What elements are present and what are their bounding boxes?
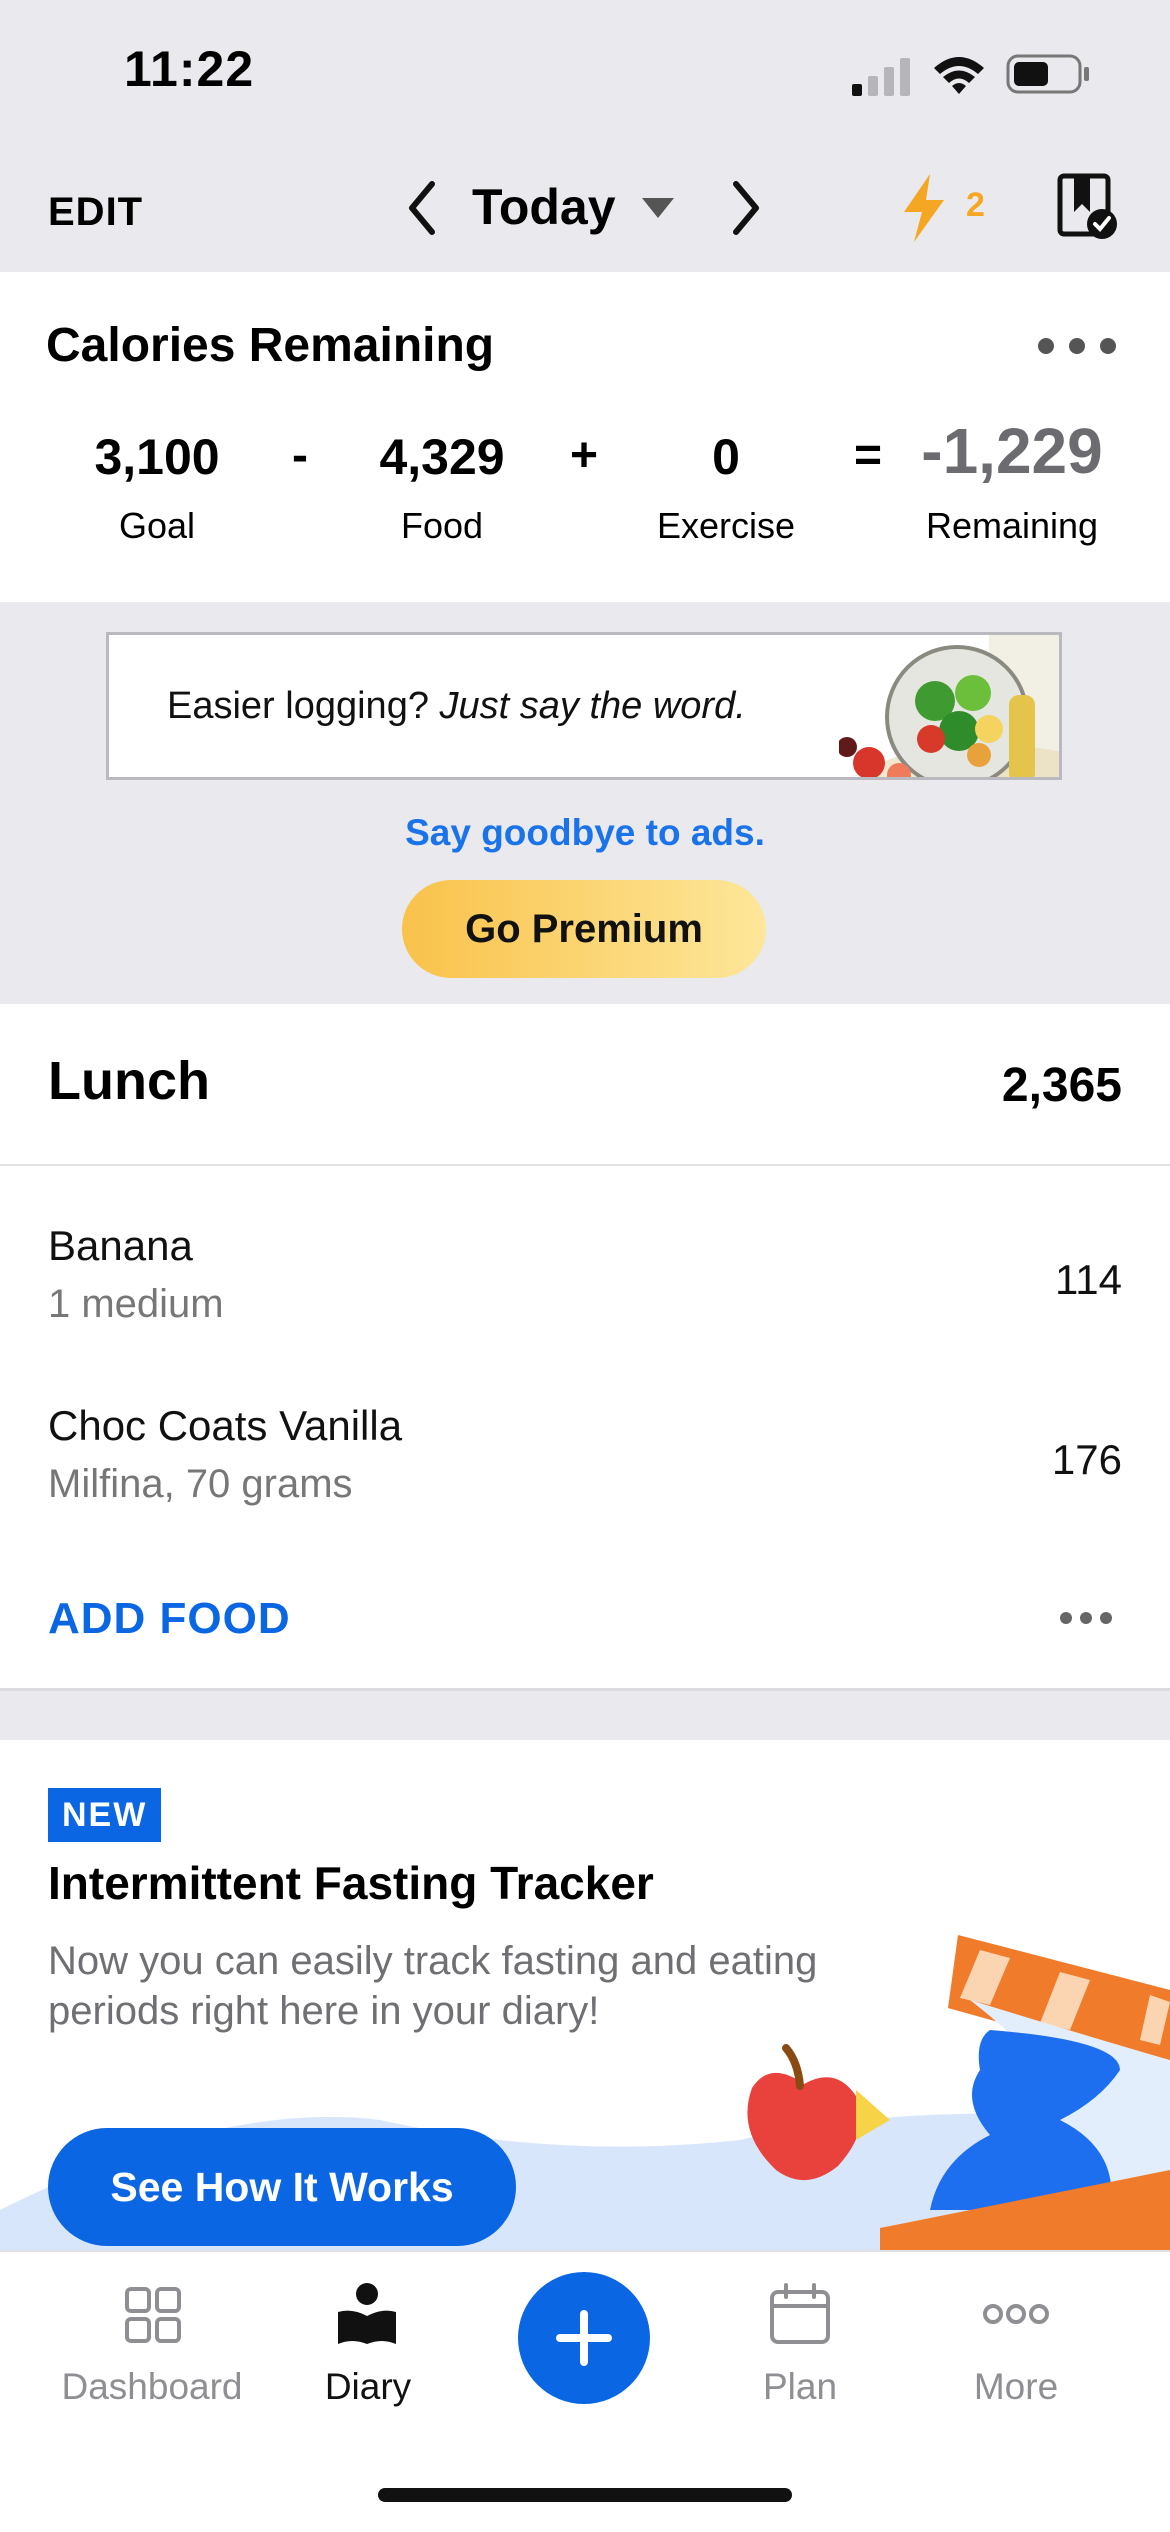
ad-text-normal: Easier logging? [167, 685, 440, 727]
food-serving: 1 medium [48, 1282, 224, 1326]
tab-label-more: More [973, 2366, 1059, 2407]
ad-banner[interactable]: Easier logging? Just say the word. [106, 632, 1062, 780]
meal-total-calories: 2,365 [1001, 1059, 1122, 1112]
fasting-description: Now you can easily track fasting and eat… [48, 1939, 818, 2033]
calories-title: Calories Remaining [46, 319, 495, 372]
food-serving: Milfina, 70 grams [48, 1462, 353, 1506]
edit-button[interactable]: EDIT [48, 190, 143, 235]
ad-text: Easier logging? Just say the word. [167, 685, 746, 728]
more-icon [983, 2304, 1049, 2324]
add-food-button[interactable]: ADD FOOD [48, 1594, 291, 1644]
divider [0, 1688, 1170, 1691]
cellular-icon [852, 58, 910, 96]
fasting-title: Intermittent Fasting Tracker [48, 1857, 654, 1909]
food-name: Choc Coats Vanilla [48, 1402, 403, 1449]
streak-count: 2 [966, 186, 985, 224]
goal-value: 3,100 [94, 429, 220, 485]
salad-bowl-image [839, 635, 1059, 777]
plus-operator: + [569, 429, 599, 482]
meal-title[interactable]: Lunch [48, 1050, 210, 1112]
goal-label: Goal [118, 505, 196, 546]
chevron-right-icon[interactable] [728, 180, 764, 236]
remaining-label: Remaining [925, 505, 1099, 546]
food-calories: 176 [1051, 1436, 1122, 1483]
remove-ads-link[interactable]: Say goodbye to ads. [0, 812, 1170, 854]
wifi-icon [934, 57, 984, 94]
more-dots-icon[interactable] [1034, 334, 1120, 358]
dropdown-caret-icon[interactable] [640, 196, 676, 220]
remaining-value: -1,229 [921, 415, 1103, 487]
diary-icon [338, 2283, 396, 2344]
tab-label-diary: Diary [324, 2366, 412, 2407]
meal-more-dots-icon[interactable] [1058, 1608, 1114, 1628]
battery-icon [1006, 54, 1089, 94]
ad-text-italic: Just say the word. [439, 685, 746, 727]
tab-label-plan: Plan [762, 2366, 838, 2407]
date-selector[interactable]: Today [472, 178, 616, 236]
status-time: 11:22 [124, 41, 255, 97]
food-calories: 114 [1055, 1256, 1122, 1303]
food-value: 4,329 [379, 429, 505, 485]
divider [0, 1164, 1170, 1166]
equals-operator: = [853, 429, 883, 482]
plus-icon [556, 2310, 612, 2366]
food-name: Banana [48, 1222, 193, 1269]
home-indicator [378, 2488, 792, 2502]
bookmark-check-icon[interactable] [1056, 172, 1120, 242]
exercise-value: 0 [712, 429, 740, 485]
see-how-it-works-button[interactable]: See How It Works [48, 2128, 516, 2246]
chevron-left-icon[interactable] [404, 180, 440, 236]
exercise-label: Exercise [656, 505, 796, 546]
lightning-icon[interactable] [898, 172, 950, 244]
new-badge: NEW [48, 1788, 162, 1842]
food-label: Food [400, 505, 484, 546]
minus-operator: - [292, 429, 308, 482]
calendar-icon [770, 2283, 830, 2344]
dashboard-icon [125, 2287, 181, 2343]
tab-label-dashboard: Dashboard [61, 2366, 243, 2407]
go-premium-button[interactable]: Go Premium [402, 880, 766, 978]
